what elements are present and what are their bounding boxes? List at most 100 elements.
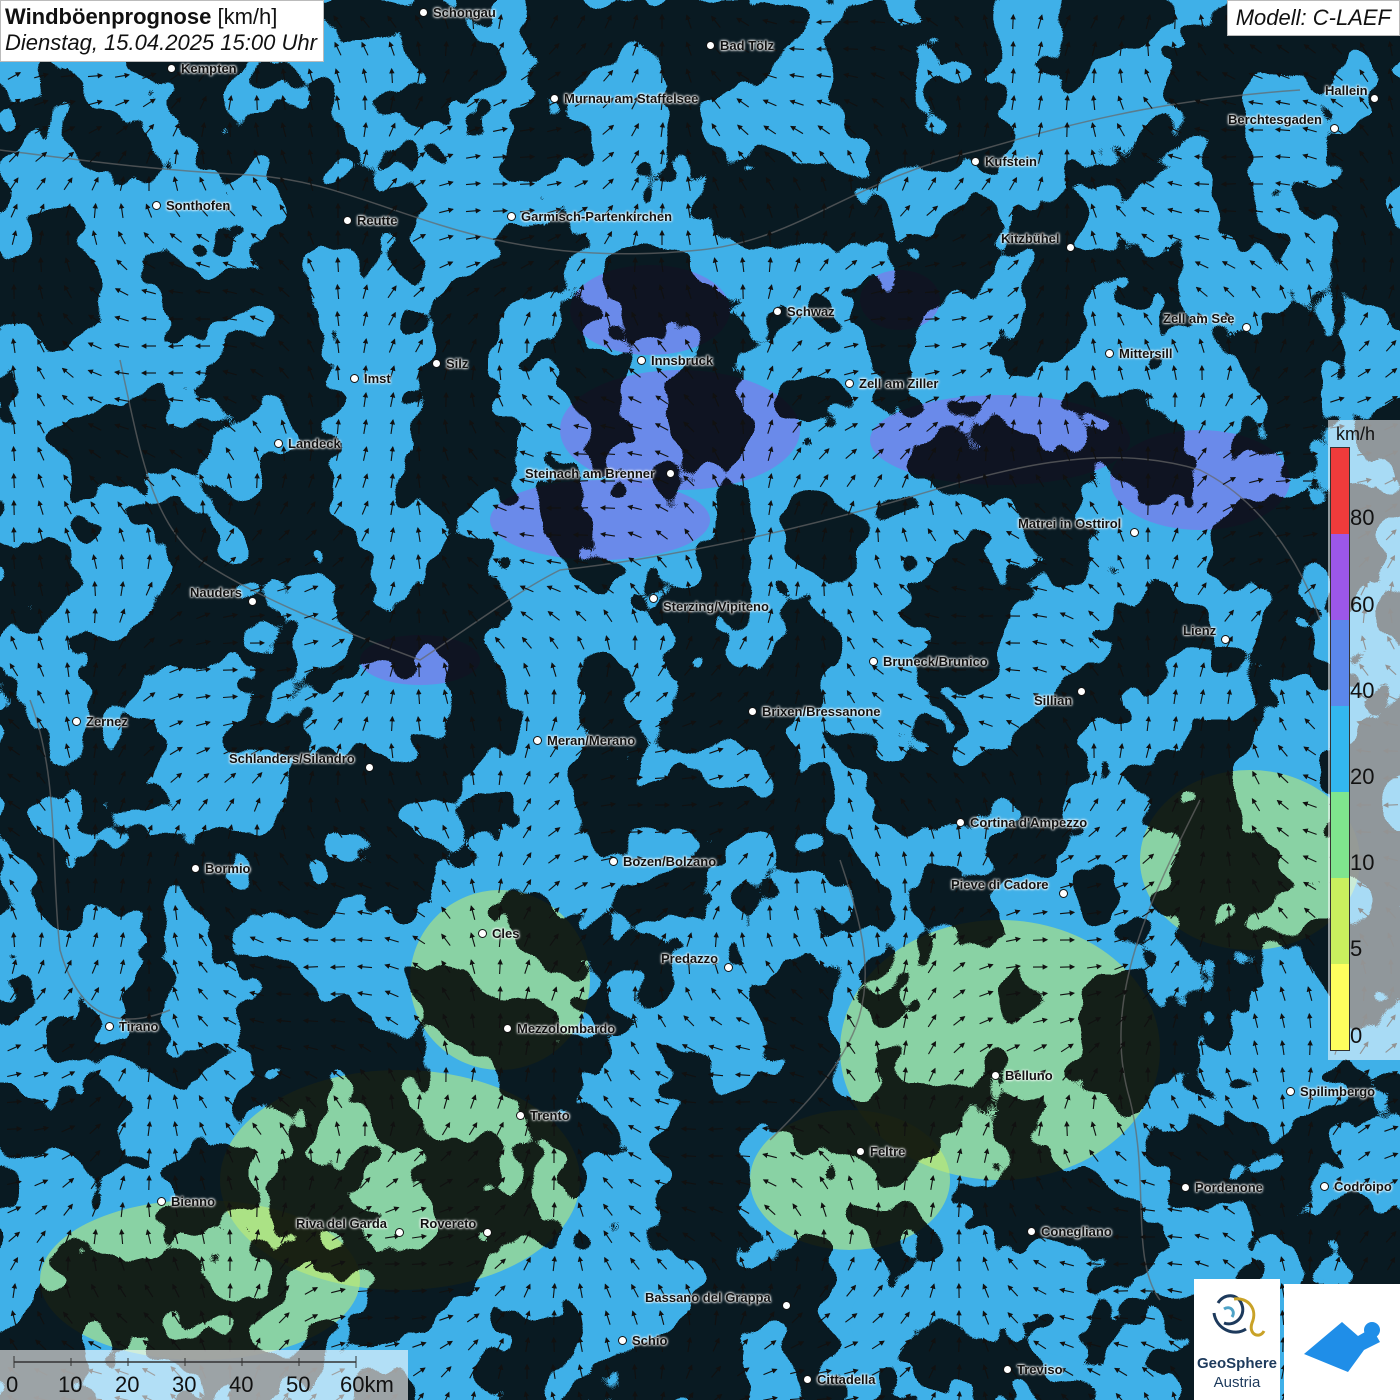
city-marker[interactable]: [956, 818, 965, 827]
city-marker[interactable]: [637, 356, 646, 365]
city-marker[interactable]: [773, 307, 782, 316]
city-marker[interactable]: [516, 1111, 525, 1120]
city-marker[interactable]: [419, 8, 428, 17]
city-marker[interactable]: [1027, 1227, 1036, 1236]
city-marker[interactable]: [157, 1197, 166, 1206]
city-marker[interactable]: [1181, 1183, 1190, 1192]
city-marker[interactable]: [248, 597, 257, 606]
city-label: Mittersill: [1119, 346, 1173, 361]
city-marker[interactable]: [1066, 243, 1075, 252]
city-marker[interactable]: [845, 379, 854, 388]
wind-arrow: [1220, 154, 1237, 160]
wind-arrow: [1220, 181, 1237, 187]
city-marker[interactable]: [1221, 635, 1230, 644]
city-marker[interactable]: [618, 1336, 627, 1345]
wind-arrow: [572, 532, 589, 538]
city-label: Berchtesgaden: [1228, 112, 1322, 127]
city-marker[interactable]: [869, 657, 878, 666]
city-marker[interactable]: [782, 1301, 791, 1310]
city-marker[interactable]: [191, 864, 200, 873]
logo-text-austria: Austria: [1213, 1374, 1261, 1391]
city-marker[interactable]: [105, 1022, 114, 1031]
city-marker[interactable]: [167, 64, 176, 73]
legend-label-10: 10: [1350, 850, 1375, 875]
city-label: Schio: [632, 1333, 668, 1348]
city-label: Sonthofen: [166, 198, 231, 213]
city-marker[interactable]: [72, 717, 81, 726]
city-marker[interactable]: [365, 763, 374, 772]
city-marker[interactable]: [1105, 349, 1114, 358]
city-label: Nauders: [190, 585, 243, 600]
city-marker[interactable]: [748, 707, 757, 716]
city-marker[interactable]: [533, 736, 542, 745]
wind-arrow: [6, 1126, 23, 1132]
wind-arrow: [1010, 40, 1016, 57]
city-label: Bormio: [205, 861, 251, 876]
wind-arrow: [1247, 154, 1264, 160]
city-marker[interactable]: [350, 374, 359, 383]
city-marker[interactable]: [706, 41, 715, 50]
wind-app-icon[interactable]: [1284, 1284, 1400, 1400]
legend-segment: [1331, 448, 1349, 534]
city-marker[interactable]: [343, 216, 352, 225]
wind-arrow: [11, 526, 17, 543]
city-marker[interactable]: [1059, 889, 1068, 898]
wind-arrow: [1193, 181, 1210, 187]
wind-arrow: [821, 580, 827, 597]
city-label: Sterzing/Vipiteno: [663, 599, 769, 614]
wind-arrow: [302, 964, 319, 970]
wind-arrow: [227, 1228, 233, 1245]
city-marker[interactable]: [1370, 94, 1379, 103]
page-title: Windböenprognose [km/h]: [5, 4, 278, 29]
city-label: Cittadella: [817, 1372, 876, 1387]
city-marker[interactable]: [803, 1375, 812, 1384]
city-label: Kitzbühel: [1001, 231, 1060, 246]
city-label: Riva del Garda: [296, 1216, 388, 1231]
geosphere-emblem-icon: [1212, 1294, 1266, 1337]
city-marker[interactable]: [666, 469, 675, 478]
city-label: Zell am Ziller: [859, 376, 939, 391]
city-marker[interactable]: [478, 929, 487, 938]
city-marker[interactable]: [724, 963, 733, 972]
city-marker[interactable]: [609, 857, 618, 866]
city-marker[interactable]: [649, 594, 658, 603]
city-marker[interactable]: [1330, 124, 1339, 133]
city-marker[interactable]: [507, 212, 516, 221]
legend-label-5: 5: [1350, 936, 1363, 961]
city-marker[interactable]: [550, 94, 559, 103]
wind-arrow: [1118, 715, 1124, 732]
city-marker[interactable]: [1130, 528, 1139, 537]
city-marker[interactable]: [1242, 323, 1251, 332]
city-label: Cles: [492, 926, 520, 941]
legend-unit: km/h: [1336, 424, 1376, 444]
legend-segment: [1331, 878, 1349, 964]
wind-arrow: [551, 1336, 557, 1353]
city-marker[interactable]: [152, 201, 161, 210]
city-marker[interactable]: [432, 359, 441, 368]
city-marker[interactable]: [503, 1024, 512, 1033]
city-label: Predazzo: [661, 951, 719, 966]
scale-label-60: 60km: [340, 1372, 394, 1397]
legend-segment: [1331, 792, 1349, 878]
wind-arrow: [275, 991, 292, 997]
city-marker[interactable]: [1003, 1365, 1012, 1374]
city-marker[interactable]: [1286, 1087, 1295, 1096]
city-marker[interactable]: [856, 1147, 865, 1156]
wind-arrow: [842, 46, 859, 52]
city-label: Murnau am Staffelsee: [564, 91, 699, 106]
wind-arrow: [1010, 13, 1016, 30]
city-label: Pieve di Cadore: [951, 877, 1049, 892]
city-label: Imst: [364, 371, 391, 386]
city-label: Schlanders/Silandro: [229, 751, 355, 766]
city-label: Conegliano: [1041, 1224, 1112, 1239]
city-marker[interactable]: [991, 1071, 1000, 1080]
city-marker[interactable]: [483, 1228, 492, 1237]
city-marker[interactable]: [1077, 687, 1086, 696]
city-label: Meran/Merano: [547, 733, 636, 748]
geosphere-logo[interactable]: GeoSphere Austria: [1194, 1279, 1280, 1400]
city-label: Tirano: [119, 1019, 159, 1034]
city-marker[interactable]: [1320, 1182, 1329, 1191]
city-marker[interactable]: [971, 157, 980, 166]
city-marker[interactable]: [274, 439, 283, 448]
city-marker[interactable]: [395, 1228, 404, 1237]
